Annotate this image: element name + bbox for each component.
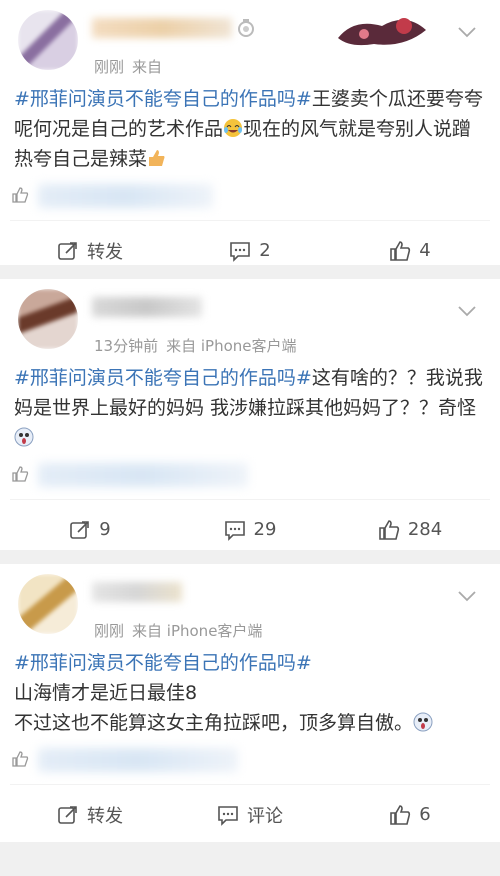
post-source: 来自 iPhone客户端 [166, 337, 297, 355]
comment-button[interactable]: 29 [170, 519, 330, 541]
avatar[interactable] [18, 10, 78, 70]
username-blurred[interactable] [92, 297, 202, 317]
username-blurred[interactable] [92, 582, 182, 602]
chevron-down-icon[interactable] [458, 590, 476, 602]
comment-icon [218, 805, 238, 826]
repost-count: 转发 [87, 241, 123, 263]
liked-by-line [10, 180, 490, 214]
liked-by-line [10, 744, 490, 778]
post-meta: 刚刚 来自 iPhone客户端 [94, 620, 262, 641]
like-count: 6 [419, 804, 431, 825]
comment-line: 山海情才是近日最佳8 [14, 682, 198, 704]
comment-text: #邢菲问演员不能夸自己的作品吗# 山海情才是近日最佳8 不过这也不能算这女主角拉… [10, 644, 490, 738]
like-button[interactable]: 284 [330, 519, 490, 541]
laughing-cry-emoji-icon [224, 119, 243, 137]
thumbs-up-emoji-icon [149, 150, 165, 166]
medal-icon [238, 19, 254, 37]
comment-text: #邢菲问演员不能夸自己的作品吗#王婆卖个瓜还要夸夸呢何况是自己的艺术作品 现在的风… [10, 80, 490, 174]
action-bar: 转发 2 4 [10, 220, 490, 280]
like-count: 284 [407, 519, 443, 540]
like-small-icon [12, 751, 29, 767]
like-button[interactable]: 4 [330, 240, 490, 262]
repost-count: 9 [99, 519, 111, 540]
liked-by-blurred [38, 463, 248, 487]
comment-count: 29 [253, 519, 277, 540]
comment-text: #邢菲问演员不能夸自己的作品吗#这有啥的？？我说我妈是世界上最好的妈妈 我涉嫌拉… [10, 359, 490, 453]
avatar[interactable] [18, 289, 78, 349]
comment-line: 不过这也不能算这女主角拉踩吧，顶多算自傲。 [14, 712, 414, 734]
hashtag-link[interactable]: #邢菲问演员不能夸自己的作品吗# [14, 367, 312, 389]
weibo-comment-feed: 刚刚 来自 #邢菲问演员不能夸自己的作品吗#王婆卖个瓜还要夸夸呢何况是自己的艺术作… [0, 0, 500, 842]
liked-by-line [10, 459, 490, 493]
repost-icon [70, 520, 90, 539]
post-time: 刚刚 [94, 622, 125, 640]
post-meta: 13分钟前 来自 iPhone客户端 [94, 335, 297, 356]
comment-card: 刚刚 来自 iPhone客户端 #邢菲问演员不能夸自己的作品吗# 山海情才是近日最… [0, 564, 500, 842]
comment-card: 刚刚 来自 #邢菲问演员不能夸自己的作品吗#王婆卖个瓜还要夸夸呢何况是自己的艺术作… [0, 0, 500, 265]
comment-button[interactable]: 2 [170, 240, 330, 262]
like-small-icon [12, 187, 29, 203]
post-source: 来自 [132, 58, 163, 76]
comment-icon [224, 520, 245, 541]
action-bar: 9 29 284 [10, 499, 490, 559]
like-button[interactable]: 6 [330, 804, 490, 826]
repost-count: 转发 [87, 805, 123, 827]
like-small-icon [12, 466, 29, 482]
like-icon [390, 804, 411, 825]
comment-count: 评论 [247, 805, 283, 827]
comment-icon [230, 241, 251, 262]
action-bar: 转发 评论 6 [10, 784, 490, 844]
card-decoration-icon [338, 18, 426, 46]
like-count: 4 [419, 240, 431, 261]
chevron-down-icon[interactable] [458, 305, 476, 317]
repost-button[interactable]: 转发 [10, 238, 170, 264]
liked-by-blurred [38, 184, 213, 208]
post-meta: 刚刚 来自 [94, 56, 162, 77]
hashtag-link[interactable]: #邢菲问演员不能夸自己的作品吗# [14, 88, 312, 110]
comment-button[interactable]: 评论 [170, 802, 330, 828]
shocked-emoji-icon [413, 712, 433, 732]
chevron-down-icon[interactable] [458, 26, 476, 38]
repost-button[interactable]: 9 [10, 519, 170, 541]
like-icon [390, 240, 411, 261]
comment-card: 13分钟前 来自 iPhone客户端 #邢菲问演员不能夸自己的作品吗#这有啥的？？… [0, 279, 500, 550]
repost-button[interactable]: 转发 [10, 802, 170, 828]
post-time: 13分钟前 [94, 337, 159, 355]
avatar[interactable] [18, 574, 78, 634]
post-time: 刚刚 [94, 58, 125, 76]
repost-icon [58, 241, 77, 260]
like-icon [379, 519, 399, 540]
hashtag-link[interactable]: #邢菲问演员不能夸自己的作品吗# [14, 648, 486, 678]
repost-icon [58, 805, 77, 824]
comment-count: 2 [259, 240, 271, 261]
shocked-emoji-icon [14, 427, 34, 447]
liked-by-blurred [38, 748, 238, 772]
username-blurred[interactable] [92, 18, 232, 38]
post-source: 来自 iPhone客户端 [132, 622, 263, 640]
